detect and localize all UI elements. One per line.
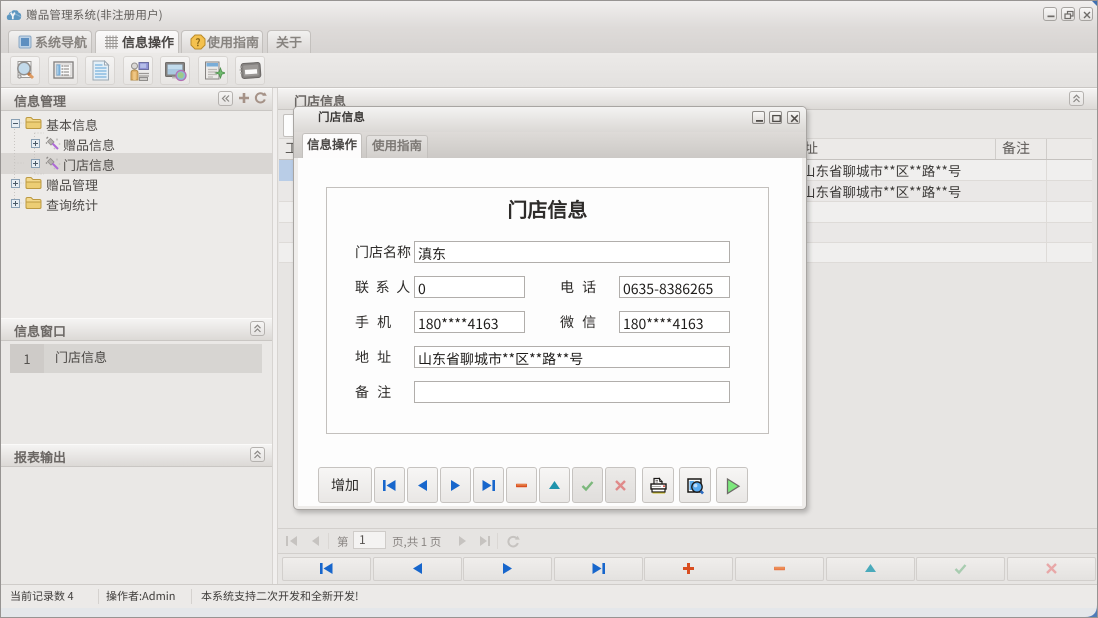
svg-text:?: ?	[196, 34, 201, 49]
